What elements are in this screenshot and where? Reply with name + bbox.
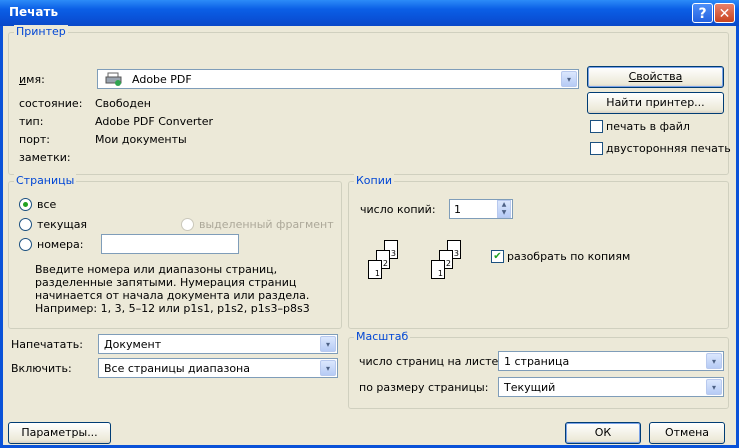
window-title: Печать — [9, 5, 59, 19]
print-to-file-checkbox[interactable] — [590, 120, 603, 133]
properties-button[interactable]: Свойства — [587, 66, 724, 88]
pages-legend: Страницы — [14, 174, 77, 187]
scale-select[interactable]: Текущий ▾ — [498, 377, 724, 397]
print-what-select[interactable]: Документ ▾ — [98, 334, 338, 354]
scale-value: Текущий — [504, 381, 556, 394]
type-value: Adobe PDF Converter — [95, 115, 214, 128]
copies-count-input[interactable]: 1 ▲ ▼ — [449, 199, 513, 219]
pages-hint-line-4: Например: 1, 3, 5–12 или p1s1, p1s2, p1s… — [35, 302, 310, 315]
pages-numbers-label: номера: — [37, 238, 84, 251]
print-what-label: Напечатать: — [11, 338, 83, 351]
include-select[interactable]: Все страницы диапазона ▾ — [98, 358, 338, 378]
status-value: Свободен — [95, 97, 151, 110]
printer-name-label: имя: — [19, 73, 45, 86]
find-printer-button-label: Найти принтер... — [606, 96, 705, 109]
pages-hint-line-2: разделенные запятыми. Нумерация страниц — [35, 276, 297, 289]
pages-all-label: все — [37, 198, 57, 211]
port-value: Мои документы — [95, 133, 187, 146]
chevron-down-icon[interactable]: ▾ — [561, 71, 577, 87]
print-dialog: Печать ? ✕ Принтер имя: Adobe PDF ▾ сост… — [0, 0, 739, 448]
print-to-file-label: печать в файл — [606, 120, 690, 133]
chevron-down-icon[interactable]: ▾ — [320, 360, 336, 376]
chevron-down-icon[interactable]: ▾ — [320, 336, 336, 352]
type-label: тип: — [19, 115, 44, 128]
pages-current-radio[interactable] — [19, 218, 32, 231]
cancel-button[interactable]: Отмена — [649, 422, 725, 444]
include-label: Включить: — [11, 362, 72, 375]
collate-page-1b: 1 — [431, 260, 445, 279]
duplex-checkbox[interactable] — [590, 142, 603, 155]
scale-label: по размеру страницы: — [359, 381, 489, 394]
print-what-value: Документ — [104, 338, 162, 351]
ok-button-label: ОК — [594, 426, 612, 439]
dialog-body: Принтер имя: Adobe PDF ▾ состояние: Своб… — [3, 25, 736, 445]
printer-icon — [105, 72, 122, 86]
duplex-label: двусторонняя печать — [606, 142, 731, 155]
printer-name-select[interactable]: Adobe PDF ▾ — [97, 69, 579, 89]
ok-button[interactable]: ОК — [565, 422, 641, 444]
include-value: Все страницы диапазона — [104, 362, 250, 375]
title-bar[interactable]: Печать ? ✕ — [0, 0, 739, 26]
pages-hint-line-1: Введите номера или диапазоны страниц, — [35, 263, 278, 276]
pages-current-label: текущая — [37, 218, 88, 231]
pages-hint-line-3: начинается от начала документа или разде… — [35, 289, 310, 302]
spinner-icon[interactable]: ▲ ▼ — [497, 200, 511, 218]
options-button-label: Параметры... — [21, 426, 98, 439]
copies-legend: Копии — [354, 174, 395, 187]
pages-per-sheet-value: 1 страница — [504, 355, 570, 368]
close-icon[interactable]: ✕ — [714, 3, 735, 23]
copies-count-value: 1 — [454, 203, 461, 216]
chevron-down-icon[interactable]: ▾ — [706, 353, 722, 369]
pages-selection-label: выделенный фрагмент — [199, 218, 334, 231]
copies-count-label: число копий: — [360, 203, 436, 216]
help-icon[interactable]: ? — [692, 3, 713, 23]
zoom-legend: Масштаб — [354, 330, 411, 343]
cancel-button-label: Отмена — [664, 426, 710, 439]
page-range-input[interactable] — [101, 234, 239, 254]
status-label: состояние: — [19, 97, 83, 110]
collate-label: разобрать по копиям — [507, 250, 631, 263]
pages-all-radio[interactable] — [19, 198, 32, 211]
pages-selection-radio[interactable] — [181, 218, 194, 231]
printer-name-value: Adobe PDF — [132, 73, 192, 86]
pages-numbers-radio[interactable] — [19, 238, 32, 251]
chevron-down-icon[interactable]: ▾ — [706, 379, 722, 395]
properties-button-label: Свойства — [628, 70, 683, 83]
zoom-group: Масштаб — [348, 330, 729, 409]
port-label: порт: — [19, 133, 51, 146]
options-button[interactable]: Параметры... — [8, 422, 111, 444]
find-printer-button[interactable]: Найти принтер... — [587, 92, 724, 114]
notes-label: заметки: — [19, 151, 71, 164]
pages-per-sheet-label: число страниц на листе: — [359, 355, 502, 368]
pages-per-sheet-select[interactable]: 1 страница ▾ — [498, 351, 724, 371]
collate-checkbox[interactable]: ✔ — [491, 250, 504, 263]
printer-legend: Принтер — [14, 25, 68, 38]
collate-page-1: 1 — [368, 260, 382, 279]
